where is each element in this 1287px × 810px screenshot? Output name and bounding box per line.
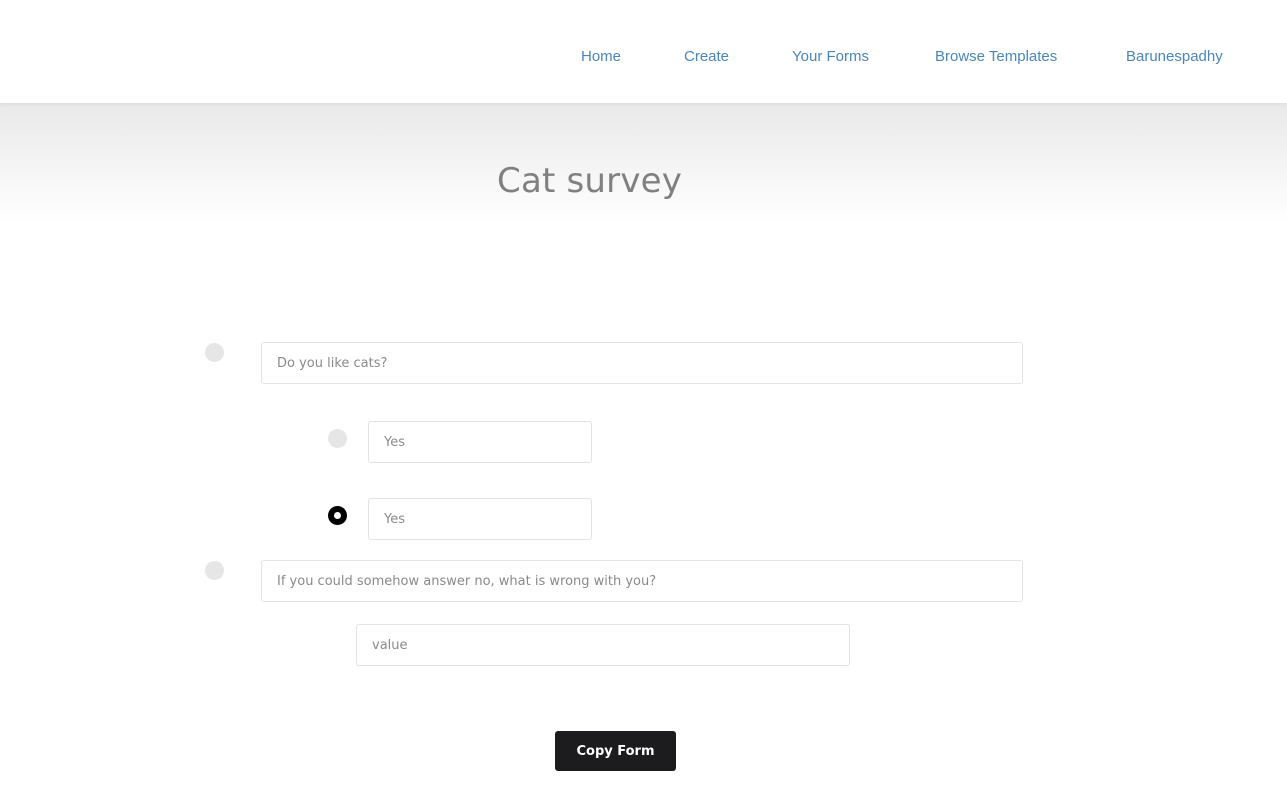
question-1-radio[interactable] [205, 343, 224, 362]
form-header: Cat survey [0, 103, 1287, 223]
nav-link-your-forms[interactable]: Your Forms [792, 48, 869, 65]
nav-link-create[interactable]: Create [684, 48, 729, 65]
option-1-radio[interactable] [328, 429, 347, 448]
nav-link-user-profile[interactable]: Barunespadhy [1126, 48, 1223, 65]
nav-link-home[interactable]: Home [581, 48, 621, 65]
answer-field[interactable] [356, 624, 850, 666]
option-2-field[interactable] [368, 498, 592, 540]
question-2-text-field[interactable] [261, 560, 1023, 602]
question-2-radio[interactable] [205, 561, 224, 580]
copy-form-button[interactable]: Copy Form [555, 731, 676, 771]
page-title: Cat survey [497, 161, 683, 201]
question-1-text-field[interactable] [261, 342, 1023, 384]
top-navbar: Home Create Your Forms Browse Templates … [0, 0, 1287, 103]
nav-link-browse-templates[interactable]: Browse Templates [935, 48, 1057, 65]
option-1-field[interactable] [368, 421, 592, 463]
option-2-radio-selected[interactable] [328, 506, 347, 525]
